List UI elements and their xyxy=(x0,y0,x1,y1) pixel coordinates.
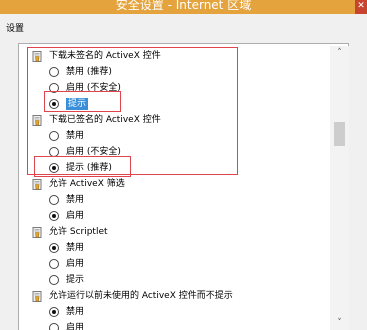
category-run-unused-activex: 允许运行以前未使用的 ActiveX 控件而不提示 xyxy=(32,288,233,304)
option-enable[interactable]: 启用 xyxy=(49,320,84,330)
option-label: 启用 (不安全) xyxy=(66,83,121,93)
option-label: 禁用 xyxy=(66,195,85,205)
option-label: 启用 xyxy=(66,323,85,330)
radio-button-selected[interactable] xyxy=(49,211,59,221)
option-enable-unsafe[interactable]: 启用 (不安全) xyxy=(49,80,121,96)
window-title: 安全设置 - Internet 区域 xyxy=(115,0,252,12)
option-enable[interactable]: 启用 xyxy=(49,208,84,224)
option-prompt[interactable]: 提示 xyxy=(49,272,84,288)
title-bar: 安全设置 - Internet 区域 ✕ xyxy=(0,0,367,14)
close-button[interactable]: ✕ xyxy=(355,0,367,14)
category-label: 允许 Scriptlet xyxy=(49,227,108,237)
radio-button[interactable] xyxy=(49,147,59,157)
activex-settings-icon xyxy=(32,50,43,62)
radio-button-selected[interactable] xyxy=(49,99,59,109)
activex-settings-icon xyxy=(32,226,43,238)
option-prompt[interactable]: 提示 xyxy=(49,96,89,112)
radio-button-selected[interactable] xyxy=(49,163,59,173)
option-label: 禁用 (推荐) xyxy=(66,67,112,77)
option-disable[interactable]: 禁用 xyxy=(49,304,84,320)
radio-button[interactable] xyxy=(49,275,59,285)
option-label: 禁用 xyxy=(66,131,85,141)
option-label: 启用 (不安全) xyxy=(66,147,121,157)
radio-button[interactable] xyxy=(49,83,59,93)
activex-settings-icon xyxy=(32,290,43,302)
radio-button[interactable] xyxy=(49,323,59,330)
option-label-selected: 提示 xyxy=(66,98,89,110)
radio-button-selected[interactable] xyxy=(49,243,59,253)
option-label: 启用 xyxy=(66,211,85,221)
radio-button[interactable] xyxy=(49,195,59,205)
option-disable-recommended[interactable]: 禁用 (推荐) xyxy=(49,64,112,80)
option-prompt-recommended[interactable]: 提示 (推荐) xyxy=(49,160,112,176)
option-enable[interactable]: 启用 xyxy=(49,256,84,272)
option-enable-unsafe[interactable]: 启用 (不安全) xyxy=(49,144,121,160)
option-label: 提示 (推荐) xyxy=(66,163,112,173)
settings-list[interactable]: 下载未签名的 ActiveX 控件 禁用 (推荐) 启用 (不安全) 提示 下载… xyxy=(18,43,349,330)
category-label: 允许 ActiveX 筛选 xyxy=(49,179,125,189)
category-unsigned-activex: 下载未签名的 ActiveX 控件 xyxy=(32,48,161,64)
scroll-up-icon[interactable]: ˄ xyxy=(330,46,349,60)
category-signed-activex: 下载已签名的 ActiveX 控件 xyxy=(32,112,161,128)
activex-settings-icon xyxy=(32,178,43,190)
option-disable[interactable]: 禁用 xyxy=(49,192,84,208)
category-label: 下载未签名的 ActiveX 控件 xyxy=(49,51,161,61)
category-activex-filtering: 允许 ActiveX 筛选 xyxy=(32,176,125,192)
category-label: 允许运行以前未使用的 ActiveX 控件而不提示 xyxy=(49,291,233,301)
radio-button[interactable] xyxy=(49,67,59,77)
settings-group-label: 设置 xyxy=(6,24,25,34)
option-disable[interactable]: 禁用 xyxy=(49,240,84,256)
option-label: 提示 xyxy=(66,275,85,285)
option-label: 禁用 xyxy=(66,307,85,317)
radio-button[interactable] xyxy=(49,131,59,141)
category-allow-scriptlet: 允许 Scriptlet xyxy=(32,224,108,240)
activex-settings-icon xyxy=(32,114,43,126)
option-label: 启用 xyxy=(66,259,85,269)
scroll-down-icon[interactable]: ˅ xyxy=(330,316,349,330)
category-label: 下载已签名的 ActiveX 控件 xyxy=(49,115,161,125)
option-disable[interactable]: 禁用 xyxy=(49,128,84,144)
scrollbar-thumb[interactable] xyxy=(334,122,345,146)
vertical-scrollbar[interactable]: ˄ ˅ xyxy=(330,46,349,330)
radio-button-selected[interactable] xyxy=(49,307,59,317)
option-label: 禁用 xyxy=(66,243,85,253)
radio-button[interactable] xyxy=(49,259,59,269)
